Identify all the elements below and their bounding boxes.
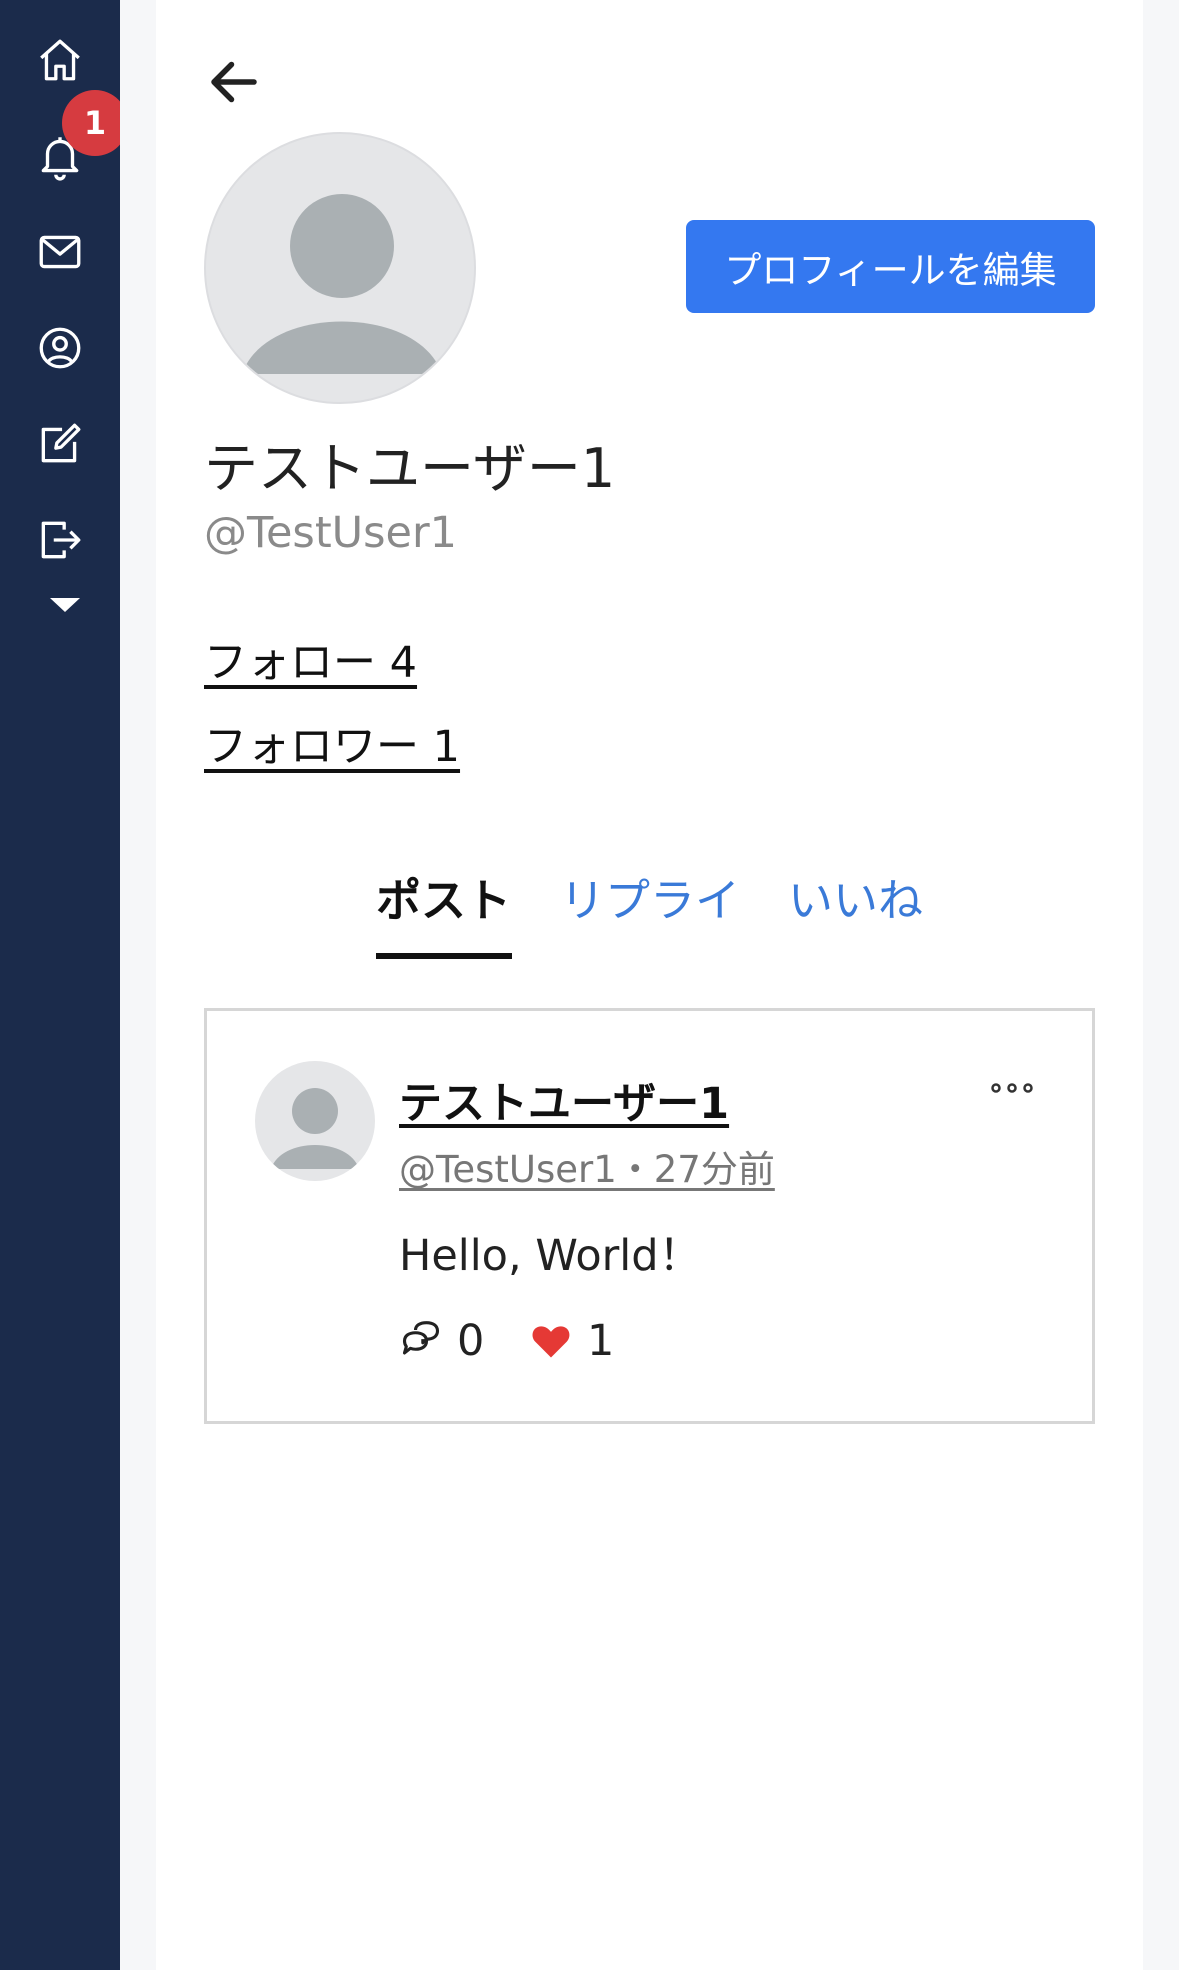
reply-count: 0: [457, 1316, 485, 1366]
left-gutter: [120, 0, 156, 1970]
profile-handle: @TestUser1: [204, 508, 458, 558]
more-options-icon[interactable]: [987, 1073, 1037, 1103]
comment-icon: [402, 1321, 440, 1355]
like-action[interactable]: 1: [529, 1311, 614, 1371]
logout-icon[interactable]: [30, 510, 90, 570]
post-card[interactable]: テストユーザー1 @TestUser1・27分前 Hello, World！ 0…: [204, 1008, 1095, 1424]
home-icon[interactable]: [30, 30, 90, 90]
tab-posts[interactable]: ポスト: [376, 864, 511, 929]
profile-page: プロフィールを編集 テストユーザー1 @TestUser1 フォロー 4 フォロ…: [156, 0, 1143, 1970]
heart-icon: [532, 1326, 570, 1358]
reply-action[interactable]: 0: [399, 1311, 484, 1371]
post-author-name[interactable]: テストユーザー1: [399, 1069, 729, 1131]
sidebar: 1: [0, 0, 128, 1970]
followers-link[interactable]: フォロワー 1: [204, 712, 460, 774]
like-count: 1: [587, 1316, 615, 1366]
mail-icon[interactable]: [30, 222, 90, 282]
active-tab-indicator: [376, 953, 512, 959]
post-text: Hello, World！: [399, 1231, 702, 1281]
tab-replies[interactable]: リプライ: [560, 864, 740, 929]
chevron-down-icon[interactable]: [50, 598, 80, 612]
tab-likes[interactable]: いいね: [788, 864, 923, 929]
edit-icon[interactable]: [30, 414, 90, 474]
profile-display-name: テストユーザー1: [204, 437, 616, 500]
notification-badge: 1: [62, 90, 128, 156]
back-arrow-icon[interactable]: [204, 52, 264, 112]
user-circle-icon[interactable]: [30, 318, 90, 378]
right-gutter: [1143, 0, 1179, 1970]
post-author-avatar[interactable]: [255, 1061, 375, 1181]
following-link[interactable]: フォロー 4: [204, 628, 417, 690]
profile-avatar: [204, 132, 476, 404]
post-meta[interactable]: @TestUser1・27分前: [399, 1139, 775, 1193]
edit-profile-button[interactable]: プロフィールを編集: [686, 220, 1095, 313]
